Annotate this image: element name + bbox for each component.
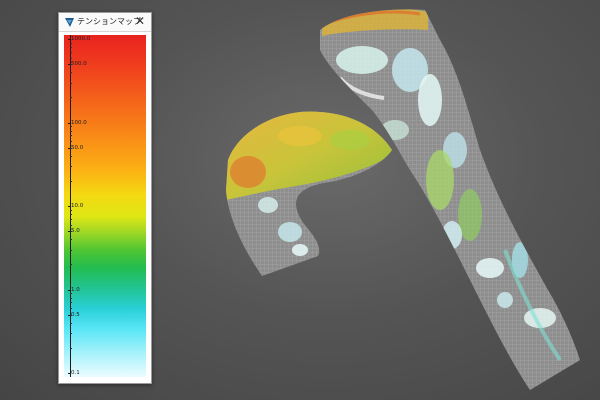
legend-minor-tick (70, 264, 72, 266)
legend-minor-tick (70, 166, 72, 168)
legend-minor-tick (70, 51, 72, 53)
legend-minor-tick (70, 82, 72, 84)
legend-tick-label: 50.0 (67, 144, 84, 151)
window-titlebar[interactable]: テンションマップ ✕ (59, 13, 151, 32)
legend-minor-tick (70, 302, 72, 304)
legend-tick-label: 500.0 (68, 61, 87, 68)
legend-minor-tick (70, 297, 72, 299)
legend-minor-tick (70, 224, 72, 226)
legend-tick-label: 10.0 (67, 203, 84, 209)
legend-minor-tick (70, 130, 72, 132)
legend-minor-tick (70, 231, 72, 233)
close-icon[interactable]: ✕ (133, 14, 147, 29)
legend-minor-tick (70, 239, 72, 241)
tension-map-window[interactable]: テンションマップ ✕ 1000.0 500.0 100.0 50.0 10.0 5.0 1.… (58, 12, 152, 384)
legend-minor-tick (70, 64, 72, 66)
legend-minor-tick (70, 97, 72, 99)
legend-minor-tick (70, 147, 72, 149)
legend-minor-tick (70, 135, 72, 137)
legend-tick-label: 1.0 (68, 286, 80, 293)
legend-minor-tick (70, 314, 72, 316)
legend-minor-tick (70, 155, 72, 157)
legend-minor-tick (70, 209, 72, 211)
legend-minor-tick (70, 57, 72, 59)
window-title: テンションマップ (77, 17, 141, 26)
legend-minor-tick (70, 249, 72, 251)
legend-minor-tick (70, 72, 72, 74)
legend-minor-tick (70, 218, 72, 220)
legend-minor-tick (70, 293, 72, 295)
legend-tick-label: 1000.0 (67, 36, 91, 42)
legend-minor-tick (70, 333, 72, 335)
tension-legend: 1000.0 500.0 100.0 50.0 10.0 5.0 1.0 0.5 0.1 (64, 35, 146, 377)
legend-minor-tick (70, 308, 72, 310)
garment-bent-leg (226, 111, 392, 276)
legend-minor-tick (70, 347, 72, 349)
legend-minor-tick (70, 322, 72, 324)
app-window-icon (65, 18, 74, 27)
legend-minor-tick (70, 180, 72, 182)
legend-minor-tick (70, 42, 72, 44)
legend-tick-label: 0.1 (68, 370, 80, 376)
legend-minor-tick (70, 126, 72, 128)
legend-minor-tick (70, 214, 72, 216)
garment-body-mesh (320, 9, 580, 390)
legend-tick-label: 100.0 (68, 119, 87, 126)
legend-minor-tick (70, 47, 72, 49)
legend-tick-label: 0.5 (68, 311, 80, 318)
legend-minor-tick (70, 141, 72, 143)
legend-tick-label: 5.0 (68, 228, 80, 235)
